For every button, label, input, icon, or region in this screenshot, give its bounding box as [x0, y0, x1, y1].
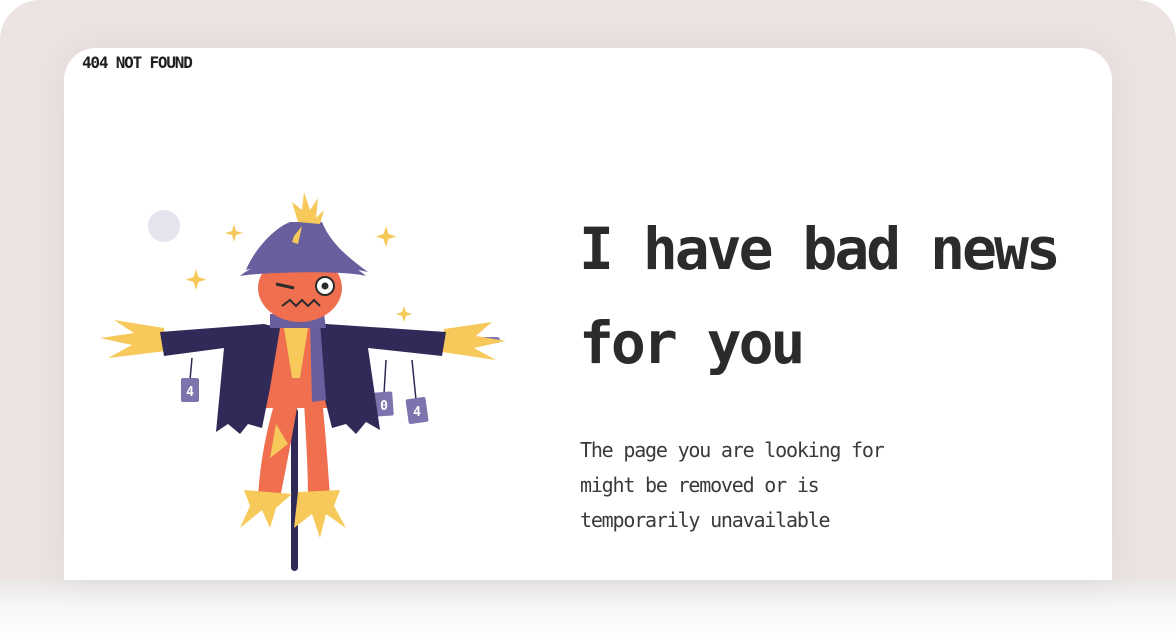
- error-headline: I have bad news for you: [579, 202, 1099, 390]
- scarecrow-coat: [160, 324, 280, 434]
- headline-line-1: I have bad news: [579, 215, 1061, 283]
- svg-text:0: 0: [380, 399, 388, 414]
- scarecrow-hat: [246, 222, 368, 272]
- can-4-left: 4: [181, 378, 199, 402]
- svg-text:4: 4: [413, 405, 421, 420]
- error-message: The page you are looking for might be re…: [580, 438, 885, 532]
- can-4-right: 4: [405, 396, 429, 425]
- site-logo[interactable]: 404 NOT FOUND: [82, 53, 193, 72]
- headline-line-2: for you: [579, 309, 805, 377]
- moon-icon: [148, 210, 180, 242]
- error-card: 404 NOT FOUND 4 0 4 I have bad news for …: [64, 48, 1112, 580]
- svg-text:4: 4: [186, 385, 194, 400]
- scarecrow-illustration: 4 0 4: [100, 192, 506, 571]
- page-bottom-fade: [0, 580, 1176, 638]
